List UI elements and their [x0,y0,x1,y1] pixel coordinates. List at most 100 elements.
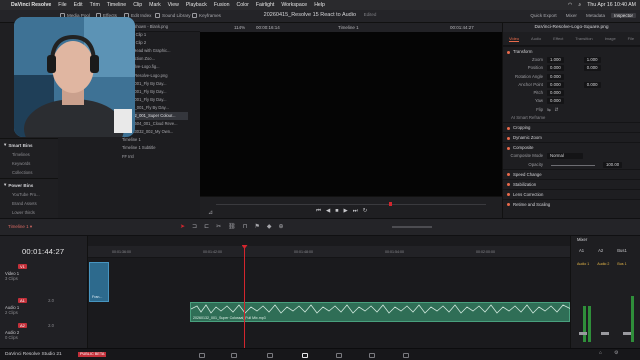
tab-file[interactable]: File [628,36,634,41]
track-id-a2[interactable]: A2 [18,323,27,328]
list-item[interactable]: Timeline 1 Subtitle [118,144,188,152]
wifi-icon[interactable]: ◠ [568,2,573,8]
selection-tool-icon[interactable]: ➤ [180,223,185,230]
menu-file[interactable]: File [58,2,66,8]
audio-clip[interactable]: 20260132_001_Super Colossal_Full Mix.mp3 [190,302,571,322]
tab-image[interactable]: Image [605,36,616,41]
menu-fairlight[interactable]: Fairlight [256,2,274,8]
menu-clip[interactable]: Clip [133,2,142,8]
track-id-v1[interactable]: V1 [18,264,27,269]
composite-mode-select[interactable]: Normal [547,153,583,160]
position-y-field[interactable]: 0.000 [583,65,601,72]
skip-start-icon[interactable]: ⏮ [316,208,321,215]
section-dynamic-zoom[interactable]: Dynamic Zoom [503,132,640,142]
fusion-page-icon[interactable] [267,352,273,358]
smart-bins-header[interactable]: ▾ Smart Bins [0,139,58,151]
playhead[interactable] [244,246,245,348]
yaw-field[interactable]: 0.000 [547,98,564,105]
tab-video[interactable]: Video [508,36,520,42]
flip-horizontal-icon[interactable]: ⇋ [547,106,551,114]
menubar-clock[interactable]: Thu Apr 16 10:40 AM [587,2,636,8]
smart-bin-item[interactable]: Collections [0,169,58,178]
menu-trim[interactable]: Trim [90,2,100,8]
power-bin-item[interactable]: YouTube Pro... [0,191,58,200]
mixer-toggle[interactable]: Mixer [563,13,580,18]
snapping-icon[interactable]: ⊓ [243,223,248,230]
viewer-zoom[interactable]: 114% [234,25,245,30]
zoom-x-field[interactable]: 1.000 [547,57,564,63]
play-icon[interactable]: ▶ [344,208,348,215]
color-page-icon[interactable] [336,352,342,358]
home-icon[interactable]: ⌂ [599,351,602,356]
dynamic-trim-icon[interactable]: ⊏ [204,223,209,230]
opacity-slider[interactable] [551,164,595,166]
menu-color[interactable]: Color [236,2,248,8]
inspector-toggle[interactable]: Inspector [611,13,636,18]
rotation-field[interactable]: 0.000 [547,73,564,80]
fader-a2[interactable] [601,332,609,335]
timeline-zoom-slider[interactable] [392,226,432,228]
track-id-a1[interactable]: A1 [18,298,27,303]
section-speed-change[interactable]: Speed Change [503,168,640,179]
zoom-y-field[interactable]: 1.000 [583,57,601,63]
anchor-y-field[interactable]: 0.000 [583,81,601,88]
section-stabilization[interactable]: Stabilization [503,178,640,189]
smart-bin-item[interactable]: Keywords [0,160,58,169]
viewer-canvas[interactable] [200,32,502,196]
menu-mark[interactable]: Mark [149,2,161,8]
tab-transition[interactable]: Transition [575,36,592,41]
list-item[interactable]: FF Intl [118,153,188,161]
section-retime-scaling[interactable]: Retime and Scaling [503,198,640,209]
timeline-ruler[interactable]: 00:01:36:00 00:01:42:00 00:01:48:00 00:0… [88,246,570,258]
position-x-field[interactable]: 0.000 [547,65,564,72]
section-transform[interactable]: Transform [503,46,640,56]
menu-help[interactable]: Help [314,2,325,8]
zoom-in-icon[interactable]: ⊕ [278,223,283,230]
sound-library-toggle[interactable]: Sound Library [155,13,191,18]
scrubber-handle[interactable] [389,202,392,206]
fader-a1[interactable] [579,332,587,335]
keyframes-toggle[interactable]: Keyframes [192,13,221,18]
metadata-toggle[interactable]: Metadata [583,13,608,18]
marker-icon[interactable]: ◆ [267,223,272,230]
timeline-timecode[interactable]: 00:01:44:27 [22,247,64,256]
power-bin-item[interactable]: Brand Assets [0,200,58,209]
menu-view[interactable]: View [168,2,179,8]
settings-gear-icon[interactable]: ⚙ [614,351,618,356]
fader-bus[interactable] [623,332,631,335]
tab-audio[interactable]: Audio [531,36,541,41]
list-item[interactable]: Timeline 1 [118,136,188,144]
loop-icon[interactable]: ↻ [363,208,368,215]
section-lens-correction[interactable]: Lens Correction [503,188,640,199]
link-icon[interactable]: ⛓ [228,223,236,230]
media-page-icon[interactable] [199,352,205,358]
blade-tool-icon[interactable]: ✂ [216,223,221,230]
tab-effect[interactable]: Effect [553,36,563,41]
cut-page-icon[interactable] [231,352,237,358]
skip-end-icon[interactable]: ⏭ [353,208,358,215]
trim-tool-icon[interactable]: ⊐ [192,223,197,230]
quick-export-button[interactable]: Quick Export [527,13,559,18]
section-composite[interactable]: Composite [503,142,640,152]
anchor-x-field[interactable]: 0.000 [547,81,564,88]
menu-workspace[interactable]: Workspace [281,2,307,8]
flip-vertical-icon[interactable]: ⇵ [555,106,559,114]
search-icon[interactable]: ⌕ [578,2,581,9]
viewer-tool-icon[interactable]: ⊿ [208,209,213,216]
smart-reframe-row[interactable]: AI Smart Reframe [503,114,640,122]
play-reverse-icon[interactable]: ◀ [326,208,330,215]
power-bin-item[interactable]: Lower thirds [0,209,58,218]
deliver-page-icon[interactable] [403,352,409,358]
power-bins-header[interactable]: ▾ Power Bins [0,179,58,191]
scrubber-track[interactable] [216,204,486,205]
edit-page-icon[interactable] [302,352,308,358]
fairlight-page-icon[interactable] [369,352,375,358]
video-clip[interactable]: Fran... [89,262,109,302]
viewer-timeline-name[interactable]: Timeline 1 [338,25,359,30]
viewer-timecode[interactable]: 00:01:44:27 [450,25,474,30]
section-cropping[interactable]: Cropping [503,122,640,132]
app-menu[interactable]: DaVinci Resolve [11,2,51,8]
menu-playback[interactable]: Playback [186,2,207,8]
viewer-timecode-in[interactable]: 00:00:16:14 [256,25,280,30]
menu-edit[interactable]: Edit [74,2,83,8]
